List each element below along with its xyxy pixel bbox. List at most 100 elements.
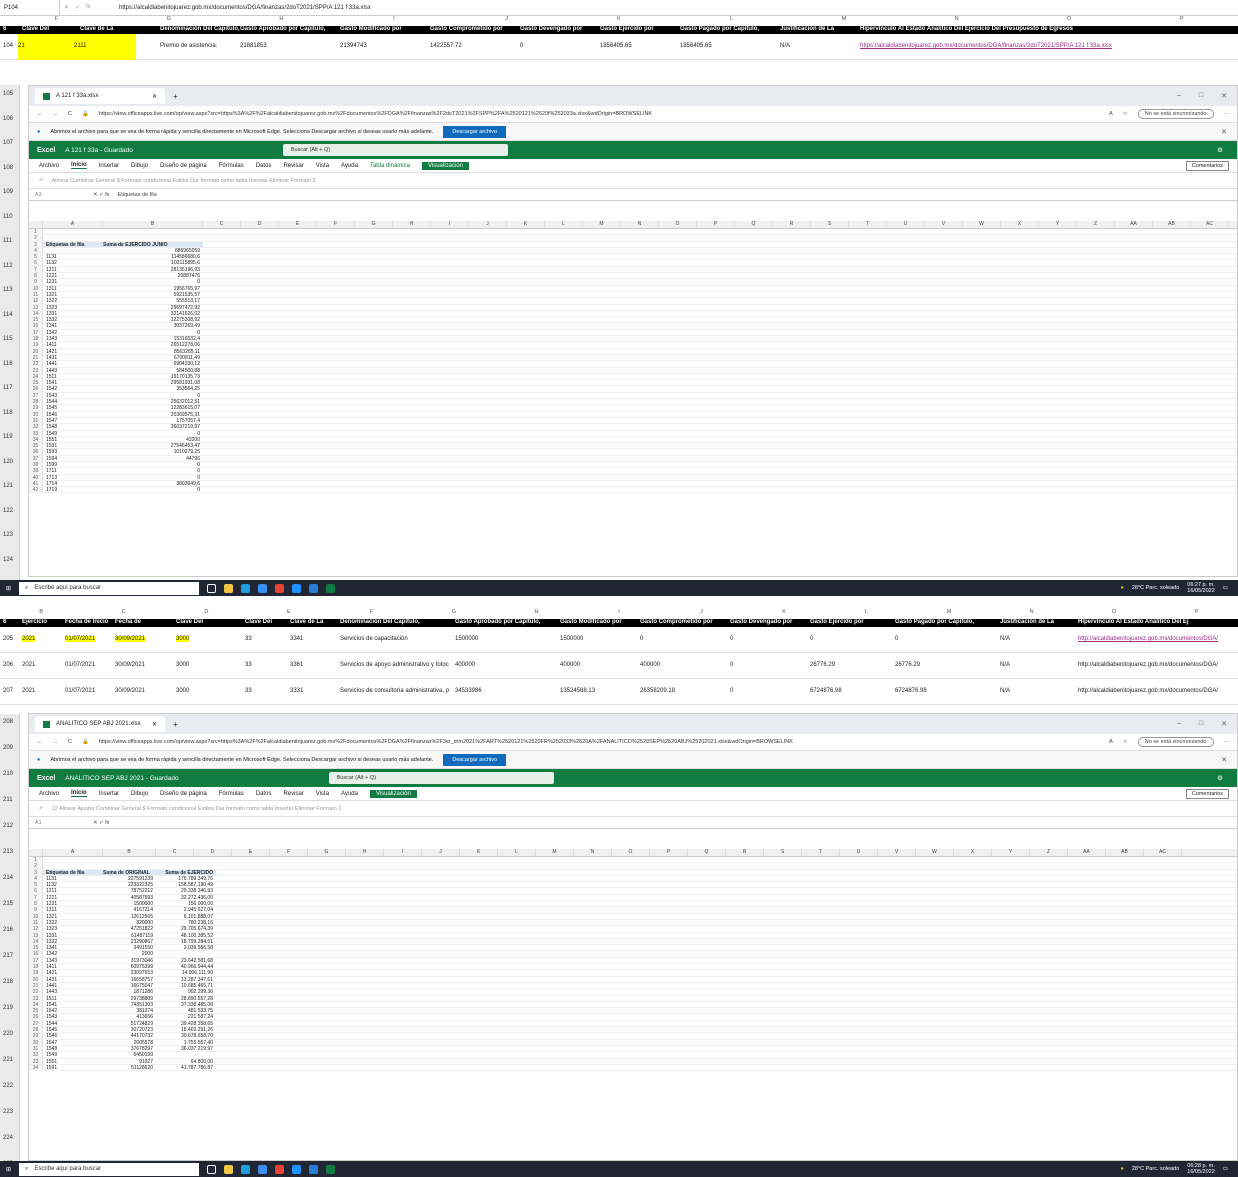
ribbon-tab-dibujo[interactable]: Dibujo bbox=[131, 163, 148, 169]
ribbon-tab-diseodepgina[interactable]: Diseño de página bbox=[160, 791, 207, 797]
column-letter[interactable]: G bbox=[113, 16, 226, 26]
grid-column-letter[interactable]: AC bbox=[1191, 221, 1229, 228]
grid-cell[interactable]: 2.945.627,04 bbox=[156, 907, 216, 913]
maximize-icon[interactable]: □ bbox=[1199, 720, 1203, 728]
grid-column-letter[interactable]: J bbox=[469, 221, 507, 228]
grid-cell[interactable]: 1131 bbox=[43, 876, 103, 882]
grid-column-letter[interactable]: AB bbox=[1106, 849, 1144, 856]
grid-cell[interactable]: 1343 bbox=[43, 958, 103, 964]
grid-cell[interactable]: 353564,25 bbox=[103, 386, 203, 392]
grid-cell[interactable]: 1211 bbox=[43, 267, 103, 273]
table-cell[interactable]: http://alcaldiabenitojuarez.gob.mx/docum… bbox=[1078, 688, 1218, 694]
grid-cell[interactable]: 1421 bbox=[43, 970, 103, 976]
table-cell[interactable]: 01/07/2021 bbox=[65, 688, 95, 694]
table-cell[interactable]: 400000 bbox=[560, 662, 580, 668]
close-window-icon[interactable]: ✕ bbox=[1221, 720, 1227, 728]
grid-cell[interactable]: 29697472,92 bbox=[103, 305, 203, 311]
grid-cell[interactable]: 1431 bbox=[43, 355, 103, 361]
grid-cell[interactable]: 1231 bbox=[43, 901, 103, 907]
grid-cell[interactable]: 6700811,49 bbox=[103, 355, 203, 361]
grid-cell[interactable]: 1511 bbox=[43, 996, 103, 1002]
grid-column-letter[interactable]: R bbox=[726, 849, 764, 856]
ribbon-tab-vista[interactable]: Vista bbox=[316, 163, 329, 169]
grid-cell[interactable]: 381374 bbox=[103, 1008, 156, 1014]
table-cell[interactable]: 1856405.65 bbox=[680, 43, 712, 49]
grid-cell[interactable]: 1511 bbox=[43, 374, 103, 380]
column-letter[interactable]: O bbox=[1073, 609, 1156, 619]
grid-cell[interactable]: 1431 bbox=[43, 977, 103, 983]
grid-cell[interactable]: 23097653 bbox=[103, 970, 156, 976]
ribbon-tab-inicio[interactable]: Inicio bbox=[71, 790, 87, 797]
grid-cell[interactable]: 1591 bbox=[43, 443, 103, 449]
table-cell[interactable]: N/A bbox=[780, 43, 790, 49]
grid-column-letter[interactable]: X bbox=[954, 849, 992, 856]
grid-column-letter[interactable]: AA bbox=[1115, 221, 1153, 228]
table-cell[interactable]: 33 bbox=[245, 662, 252, 668]
document-name[interactable]: A 121 f 33a - Guardado bbox=[65, 147, 133, 154]
grid-cell[interactable]: 43200 bbox=[103, 437, 203, 443]
chrome-icon[interactable] bbox=[275, 583, 285, 593]
table-cell[interactable]: 400000 bbox=[640, 662, 660, 668]
mail-icon[interactable] bbox=[309, 1164, 319, 1174]
undo-icon[interactable]: ↶ bbox=[39, 806, 44, 812]
taskbar-search[interactable]: ⌕ Escribe aquí para buscar bbox=[19, 1162, 200, 1176]
grid-cell[interactable]: 27546453,47 bbox=[103, 443, 203, 449]
table-cell[interactable]: 26776.29 bbox=[810, 662, 835, 668]
table-cell[interactable]: http://alcaldiabenitojuarez.gob.mx/docum… bbox=[1078, 662, 1218, 668]
grid-cell[interactable]: 1311 bbox=[43, 286, 103, 292]
select-all-corner[interactable] bbox=[29, 221, 43, 228]
column-letter[interactable]: K bbox=[563, 16, 676, 26]
mail-icon[interactable] bbox=[309, 583, 319, 593]
grid-cell[interactable]: 1322 bbox=[43, 298, 103, 304]
grid-cell[interactable]: 1500000 bbox=[103, 901, 156, 907]
select-all-corner[interactable] bbox=[29, 849, 43, 856]
grid-cell[interactable]: 32.272.436,00 bbox=[156, 895, 216, 901]
grid-column-letter[interactable]: G bbox=[308, 849, 346, 856]
store-icon[interactable] bbox=[258, 583, 268, 593]
grid-cell[interactable]: 1549 bbox=[43, 431, 103, 437]
settings-gear-icon[interactable]: ⚙ bbox=[1217, 146, 1237, 154]
grid-cell[interactable]: 1541 bbox=[43, 1002, 103, 1008]
grid-cell[interactable]: 12275308,92 bbox=[103, 317, 203, 323]
grid-cell[interactable]: 6.101.888,07 bbox=[156, 914, 216, 920]
grid-column-letter[interactable]: G bbox=[355, 221, 393, 228]
grid-cell[interactable]: 481.533,75 bbox=[156, 1008, 216, 1014]
favorite-icon[interactable]: ☆ bbox=[1123, 111, 1128, 117]
refresh-icon[interactable]: C bbox=[68, 111, 72, 117]
table-cell[interactable]: 400000 bbox=[455, 662, 475, 668]
grid-cell[interactable]: 1411 bbox=[43, 342, 103, 348]
grid-cell[interactable]: 26512278,06 bbox=[103, 342, 203, 348]
dismiss-info-icon[interactable]: ✕ bbox=[1221, 128, 1237, 136]
grid-cell[interactable]: 1311 bbox=[43, 907, 103, 913]
grid-column-letter[interactable]: W bbox=[916, 849, 954, 856]
grid-cell[interactable]: 12612565 bbox=[103, 914, 156, 920]
grid-cell[interactable]: 1131 bbox=[43, 254, 103, 260]
grid-cell[interactable]: 25632012,51 bbox=[103, 399, 203, 405]
grid-cell[interactable]: 1343 bbox=[43, 336, 103, 342]
grid-cell[interactable]: 1.755.557,40 bbox=[156, 1040, 216, 1046]
grid-cell[interactable]: 221.587,24 bbox=[156, 1014, 216, 1020]
grid-column-letter[interactable]: E bbox=[232, 849, 270, 856]
table-cell[interactable]: 21394743 bbox=[340, 43, 367, 49]
table-cell[interactable]: N/A bbox=[1000, 688, 1010, 694]
new-tab-icon[interactable]: + bbox=[165, 720, 178, 729]
grid-cell[interactable]: 1551 bbox=[43, 1059, 103, 1065]
table-cell[interactable]: 2021 bbox=[22, 688, 35, 694]
table-cell[interactable]: 1500000 bbox=[455, 636, 478, 642]
grid-cell[interactable]: 1551 bbox=[43, 437, 103, 443]
grid-cell[interactable]: 1321 bbox=[43, 914, 103, 920]
ribbon-tab-ayuda[interactable]: Ayuda bbox=[341, 163, 358, 169]
ribbon-tab-inicio[interactable]: Inicio bbox=[71, 162, 87, 169]
notifications-icon[interactable]: ▭ bbox=[1223, 585, 1228, 591]
ribbon-tab-frmulas[interactable]: Fórmulas bbox=[219, 791, 244, 797]
column-letter[interactable]: F bbox=[330, 609, 413, 619]
grid-cell[interactable]: 1341 bbox=[43, 945, 103, 951]
grid-cell[interactable]: Etiquetas de fila bbox=[43, 241, 103, 248]
comments-button[interactable]: Comentarios bbox=[1185, 788, 1229, 799]
sync-button[interactable]: No se está sincronizando bbox=[1137, 109, 1214, 119]
grid-column-letter[interactable]: Q bbox=[735, 221, 773, 228]
grid-column-letter[interactable]: H bbox=[393, 221, 431, 228]
grid-column-letter[interactable]: U bbox=[887, 221, 925, 228]
formula-value[interactable]: https://alcaldiabenitojuarez.gob.mx/docu… bbox=[115, 5, 1238, 11]
grid-cell[interactable]: 1956765,97 bbox=[103, 286, 203, 292]
